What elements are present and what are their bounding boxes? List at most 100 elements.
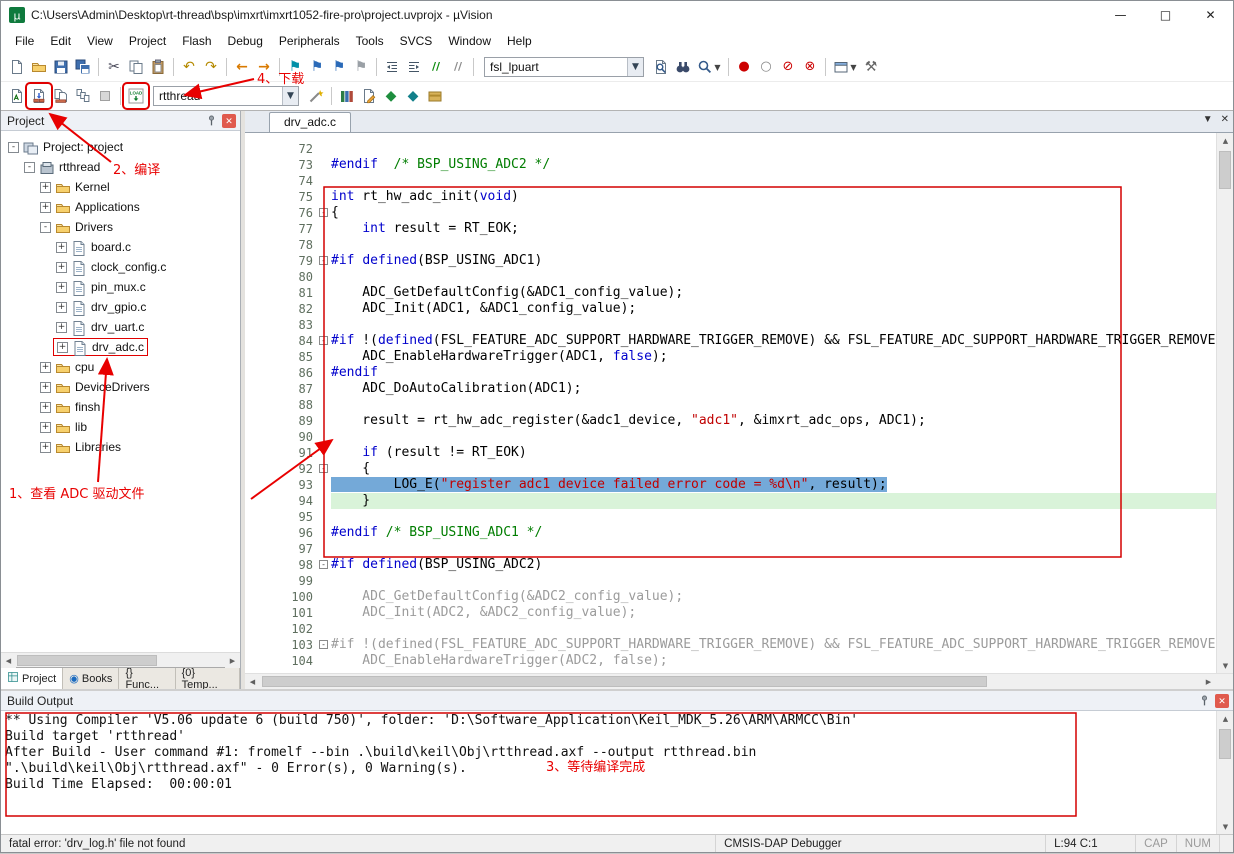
- code-line-95[interactable]: 95: [245, 509, 1216, 525]
- menu-edit[interactable]: Edit: [42, 31, 79, 51]
- build-output-close-button[interactable]: ✕: [1215, 694, 1229, 708]
- save-button[interactable]: [50, 56, 72, 78]
- tree-item-lib[interactable]: +lib: [1, 417, 240, 437]
- manage-project-items-button[interactable]: [336, 85, 358, 107]
- code-line-101[interactable]: 101 ADC_Init(ADC2, &ADC2_config_value);: [245, 605, 1216, 621]
- code-line-104[interactable]: 104 ADC_EnableHardwareTrigger(ADC2, fals…: [245, 653, 1216, 669]
- build-output-line[interactable]: After Build - User command #1: fromelf -…: [5, 745, 1212, 761]
- find-in-files-button[interactable]: [650, 56, 672, 78]
- expand-icon[interactable]: +: [56, 282, 67, 293]
- paste-button[interactable]: [147, 56, 169, 78]
- enable-disable-breakpoint-button[interactable]: ○: [755, 56, 777, 78]
- expand-icon[interactable]: +: [56, 262, 67, 273]
- scroll-right-icon[interactable]: ▶: [225, 653, 240, 668]
- build-button[interactable]: [28, 85, 50, 107]
- expand-icon[interactable]: +: [56, 242, 67, 253]
- code-line-97[interactable]: 97: [245, 541, 1216, 557]
- tree-item-finsh[interactable]: +finsh: [1, 397, 240, 417]
- options-for-target-button[interactable]: [305, 85, 327, 107]
- scroll-left-icon[interactable]: ◀: [245, 674, 260, 689]
- pin-icon[interactable]: [205, 114, 218, 127]
- tree-item-rtthread[interactable]: -rtthread: [1, 157, 240, 177]
- fold-collapse-icon[interactable]: -: [319, 640, 328, 649]
- collapse-icon[interactable]: -: [40, 222, 51, 233]
- scroll-thumb[interactable]: [17, 655, 157, 666]
- menu-peripherals[interactable]: Peripherals: [271, 31, 348, 51]
- tree-item-drv-adc-c[interactable]: +drv_adc.c: [1, 337, 240, 357]
- toggle-breakpoint-button[interactable]: ●: [733, 56, 755, 78]
- code-line-83[interactable]: 83: [245, 317, 1216, 333]
- expand-icon[interactable]: +: [57, 342, 68, 353]
- line-number[interactable]: 72: [245, 141, 319, 157]
- tree-item-project-project[interactable]: -Project: project: [1, 137, 240, 157]
- project-hscrollbar[interactable]: ◀ ▶: [1, 652, 240, 667]
- code-line-103[interactable]: 103-#if !(defined(FSL_FEATURE_ADC_SUPPOR…: [245, 637, 1216, 653]
- software-packs-button[interactable]: ◆: [402, 85, 424, 107]
- code-line-99[interactable]: 99: [245, 573, 1216, 589]
- line-number[interactable]: 86: [245, 365, 319, 381]
- open-file-button[interactable]: [28, 56, 50, 78]
- scroll-down-icon[interactable]: ▼: [1218, 819, 1233, 834]
- code-line-75[interactable]: 75int rt_hw_adc_init(void): [245, 189, 1216, 205]
- find-button[interactable]: [672, 56, 694, 78]
- tab-list-dropdown[interactable]: ▼: [1203, 114, 1213, 125]
- menu-window[interactable]: Window: [440, 31, 499, 51]
- stop-build-button[interactable]: [94, 85, 116, 107]
- menu-project[interactable]: Project: [121, 31, 174, 51]
- code-line-96[interactable]: 96#endif /* BSP_USING_ADC1 */: [245, 525, 1216, 541]
- panel-tab-func[interactable]: {} Func...: [119, 668, 175, 689]
- line-number[interactable]: 102: [245, 621, 319, 637]
- line-number[interactable]: 90: [245, 429, 319, 445]
- scroll-up-icon[interactable]: ▲: [1218, 711, 1233, 726]
- collapse-icon[interactable]: -: [24, 162, 35, 173]
- scroll-thumb[interactable]: [1219, 151, 1231, 189]
- code-line-90[interactable]: 90: [245, 429, 1216, 445]
- build-output-line[interactable]: Build target 'rtthread': [5, 729, 1212, 745]
- tree-item-drv-gpio-c[interactable]: +drv_gpio.c: [1, 297, 240, 317]
- line-number[interactable]: 97: [245, 541, 319, 557]
- build-output-line[interactable]: ".\build\keil\Obj\rtthread.axf" - 0 Erro…: [5, 761, 1212, 777]
- build-output-line[interactable]: ** Using Compiler 'V5.06 update 6 (build…: [5, 713, 1212, 729]
- tree-item-board-c[interactable]: +board.c: [1, 237, 240, 257]
- expand-icon[interactable]: +: [56, 302, 67, 313]
- chevron-down-icon[interactable]: ▼: [282, 87, 298, 105]
- code-line-100[interactable]: 100 ADC_GetDefaultConfig(&ADC2_config_va…: [245, 589, 1216, 605]
- code-line-79[interactable]: 79-#if defined(BSP_USING_ADC1): [245, 253, 1216, 269]
- maximize-button[interactable]: □: [1143, 1, 1188, 29]
- line-number[interactable]: 85: [245, 349, 319, 365]
- code-editor[interactable]: 7273#endif /* BSP_USING_ADC2 */7475int r…: [245, 133, 1233, 673]
- debug-windows-button[interactable]: ▼: [830, 56, 860, 78]
- scroll-down-icon[interactable]: ▼: [1218, 658, 1233, 673]
- build-output-vscrollbar[interactable]: ▲ ▼: [1216, 711, 1233, 834]
- expand-icon[interactable]: +: [40, 422, 51, 433]
- outdent-button[interactable]: [381, 56, 403, 78]
- code-line-76[interactable]: 76-{: [245, 205, 1216, 221]
- code-line-78[interactable]: 78: [245, 237, 1216, 253]
- code-line-73[interactable]: 73#endif /* BSP_USING_ADC2 */: [245, 157, 1216, 173]
- code-line-93[interactable]: 93 LOG_E("register adc1 device failed er…: [245, 477, 1216, 493]
- line-number[interactable]: 103: [245, 637, 319, 653]
- tree-item-applications[interactable]: +Applications: [1, 197, 240, 217]
- menu-file[interactable]: File: [7, 31, 42, 51]
- uncomment-button[interactable]: //: [447, 56, 469, 78]
- build-output-line[interactable]: Build Time Elapsed: 00:00:01: [5, 777, 1212, 793]
- search-scope-button[interactable]: ▼: [694, 56, 724, 78]
- expand-icon[interactable]: +: [40, 442, 51, 453]
- clear-bookmarks-button[interactable]: ⚑: [350, 56, 372, 78]
- line-number[interactable]: 77: [245, 221, 319, 237]
- next-bookmark-button[interactable]: ⚑: [328, 56, 350, 78]
- line-number[interactable]: 96: [245, 525, 319, 541]
- save-all-button[interactable]: [72, 56, 94, 78]
- cut-button[interactable]: ✂: [103, 56, 125, 78]
- tree-item-drivers[interactable]: -Drivers: [1, 217, 240, 237]
- line-number[interactable]: 83: [245, 317, 319, 333]
- code-line-81[interactable]: 81 ADC_GetDefaultConfig(&ADC1_config_val…: [245, 285, 1216, 301]
- disable-all-breakpoints-button[interactable]: ⊘: [777, 56, 799, 78]
- undo-button[interactable]: ↶: [178, 56, 200, 78]
- line-number[interactable]: 93: [245, 477, 319, 493]
- download-button[interactable]: LOAD: [125, 85, 147, 107]
- fold-collapse-icon[interactable]: -: [319, 464, 328, 473]
- code-line-84[interactable]: 84-#if !(defined(FSL_FEATURE_ADC_SUPPORT…: [245, 333, 1216, 349]
- scroll-right-icon[interactable]: ▶: [1201, 674, 1216, 689]
- fold-collapse-icon[interactable]: -: [319, 336, 328, 345]
